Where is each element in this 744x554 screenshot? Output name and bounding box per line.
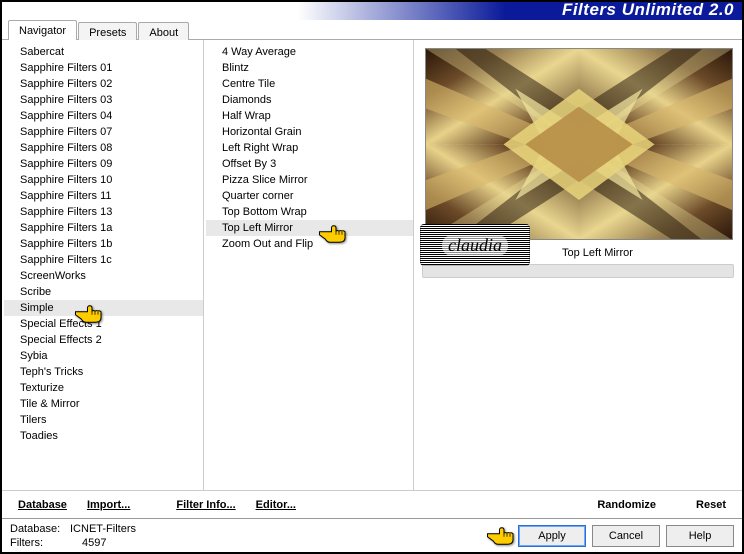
list-item[interactable]: Sapphire Filters 03 xyxy=(4,92,203,108)
status-bar: Database:ICNET-Filters Filters:4597 Appl… xyxy=(2,518,742,552)
list-item[interactable]: Sapphire Filters 11 xyxy=(4,188,203,204)
dialog-buttons: Apply Cancel Help xyxy=(518,525,734,547)
apply-button[interactable]: Apply xyxy=(518,525,586,547)
list-item[interactable]: Sapphire Filters 08 xyxy=(4,140,203,156)
list-item[interactable]: Sapphire Filters 01 xyxy=(4,60,203,76)
list-item[interactable]: Blintz xyxy=(206,60,413,76)
list-item[interactable]: Teph's Tricks xyxy=(4,364,203,380)
list-item[interactable]: Special Effects 2 xyxy=(4,332,203,348)
list-item[interactable]: Sapphire Filters 04 xyxy=(4,108,203,124)
help-button[interactable]: Help xyxy=(666,525,734,547)
list-item[interactable]: Sapphire Filters 1b xyxy=(4,236,203,252)
current-filter-label: Top Left Mirror xyxy=(556,247,736,259)
cancel-button[interactable]: Cancel xyxy=(592,525,660,547)
list-item[interactable]: Sybia xyxy=(4,348,203,364)
list-item[interactable]: ScreenWorks xyxy=(4,268,203,284)
watermark-stamp: claudia xyxy=(420,224,530,266)
title-bar: Filters Unlimited 2.0 xyxy=(2,2,742,20)
slider-track[interactable] xyxy=(422,264,734,278)
toolbar: Database Import... Filter Info... Editor… xyxy=(2,490,742,518)
preview-image xyxy=(425,48,733,240)
category-list[interactable]: SabercatSapphire Filters 01Sapphire Filt… xyxy=(4,44,203,486)
list-item[interactable]: Sapphire Filters 10 xyxy=(4,172,203,188)
category-list-pane: SabercatSapphire Filters 01Sapphire Filt… xyxy=(2,40,204,490)
app-title: Filters Unlimited 2.0 xyxy=(562,0,734,20)
list-item[interactable]: Sapphire Filters 02 xyxy=(4,76,203,92)
list-item[interactable]: Top Bottom Wrap xyxy=(206,204,413,220)
list-item[interactable]: Sapphire Filters 13 xyxy=(4,204,203,220)
watermark-text: claudia xyxy=(442,235,508,256)
list-item[interactable]: Sabercat xyxy=(4,44,203,60)
filter-info-button[interactable]: Filter Info... xyxy=(170,497,241,513)
list-item[interactable]: Zoom Out and Flip xyxy=(206,236,413,252)
list-item[interactable]: Tile & Mirror xyxy=(4,396,203,412)
database-button[interactable]: Database xyxy=(12,497,73,513)
list-item[interactable]: Sapphire Filters 09 xyxy=(4,156,203,172)
list-item[interactable]: Sapphire Filters 1c xyxy=(4,252,203,268)
list-item[interactable]: Sapphire Filters 1a xyxy=(4,220,203,236)
main-area: SabercatSapphire Filters 01Sapphire Filt… xyxy=(2,40,742,490)
info-labels: Database:ICNET-Filters Filters:4597 xyxy=(10,522,136,550)
pointer-icon xyxy=(486,526,516,546)
list-item[interactable]: Pizza Slice Mirror xyxy=(206,172,413,188)
list-item[interactable]: Left Right Wrap xyxy=(206,140,413,156)
filter-list-pane: 4 Way AverageBlintzCentre TileDiamondsHa… xyxy=(204,40,414,490)
list-item[interactable]: Texturize xyxy=(4,380,203,396)
list-item[interactable]: Half Wrap xyxy=(206,108,413,124)
list-item[interactable]: Quarter corner xyxy=(206,188,413,204)
tabs: Navigator Presets About xyxy=(2,20,742,40)
list-item[interactable]: 4 Way Average xyxy=(206,44,413,60)
tab-navigator[interactable]: Navigator xyxy=(8,20,77,40)
tab-about[interactable]: About xyxy=(138,22,189,40)
list-item[interactable]: Diamonds xyxy=(206,92,413,108)
tab-presets[interactable]: Presets xyxy=(78,22,137,40)
reset-button[interactable]: Reset xyxy=(690,497,732,513)
editor-button[interactable]: Editor... xyxy=(250,497,302,513)
list-item[interactable]: Horizontal Grain xyxy=(206,124,413,140)
randomize-button[interactable]: Randomize xyxy=(591,497,662,513)
list-item[interactable]: Offset By 3 xyxy=(206,156,413,172)
list-item[interactable]: Toadies xyxy=(4,428,203,444)
list-item[interactable]: Simple xyxy=(4,300,203,316)
import-button[interactable]: Import... xyxy=(81,497,136,513)
list-item[interactable]: Centre Tile xyxy=(206,76,413,92)
list-item[interactable]: Top Left Mirror xyxy=(206,220,413,236)
filter-list[interactable]: 4 Way AverageBlintzCentre TileDiamondsHa… xyxy=(206,44,413,486)
list-item[interactable]: Special Effects 1 xyxy=(4,316,203,332)
list-item[interactable]: Sapphire Filters 07 xyxy=(4,124,203,140)
list-item[interactable]: Scribe xyxy=(4,284,203,300)
list-item[interactable]: Tilers xyxy=(4,412,203,428)
